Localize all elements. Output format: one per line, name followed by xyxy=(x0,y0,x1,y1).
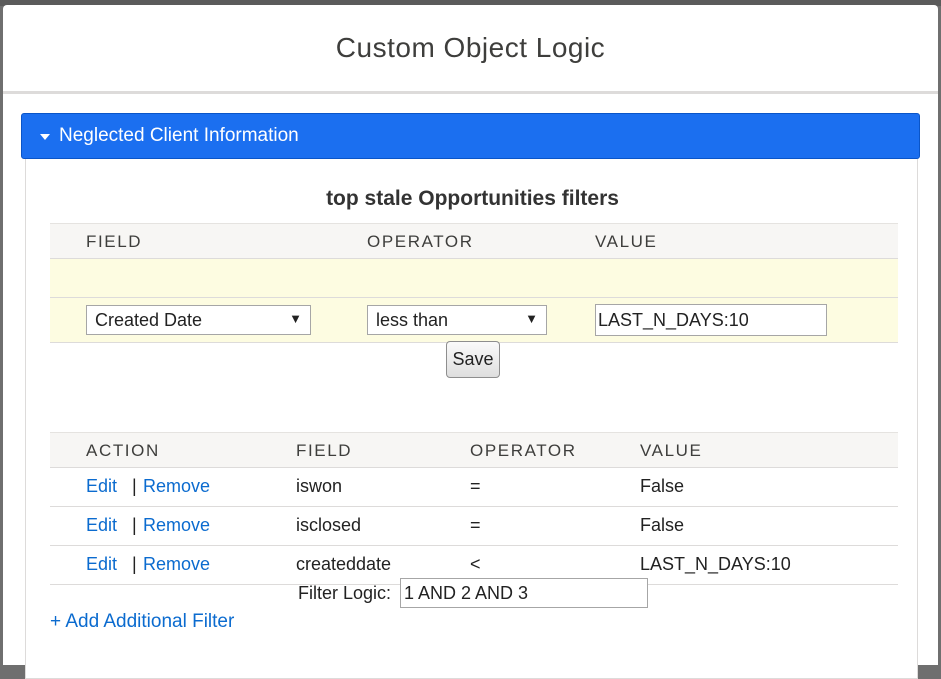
row-value: LAST_N_DAYS:10 xyxy=(640,554,791,574)
value-input-text: LAST_N_DAYS:10 xyxy=(598,309,749,330)
link-separator: | xyxy=(132,476,137,496)
edit-link[interactable]: Edit xyxy=(86,476,117,497)
criteria-table-header: ACTION FIELD OPERATOR VALUE xyxy=(50,432,898,468)
row-operator: = xyxy=(470,476,481,496)
column-header-value: VALUE xyxy=(640,441,703,460)
row-value: False xyxy=(640,476,685,496)
add-filter-link[interactable]: + Add Additional Filter xyxy=(50,611,234,633)
operator-select[interactable]: less than ▼ xyxy=(367,305,547,335)
row-field: createddate xyxy=(296,554,392,574)
dropdown-arrow-icon: ▼ xyxy=(289,311,302,326)
filter-logic-input[interactable]: 1 AND 2 AND 3 xyxy=(400,578,648,608)
row-value: False xyxy=(640,515,685,535)
column-header-field: FIELD xyxy=(296,441,353,460)
edit-link[interactable]: Edit xyxy=(86,515,117,536)
dropdown-arrow-icon: ▼ xyxy=(525,311,538,326)
remove-link[interactable]: Remove xyxy=(143,476,210,497)
modal-title: Custom Object Logic xyxy=(335,32,606,63)
caret-down-icon xyxy=(40,133,50,140)
column-header-value: VALUE xyxy=(595,232,658,251)
section-title: Neglected Client Information xyxy=(59,125,299,146)
link-separator: | xyxy=(132,515,137,535)
editor-table-header: FIELD OPERATOR VALUE xyxy=(50,223,898,259)
section-body: top stale Opportunities filters FIELD OP… xyxy=(25,159,918,679)
field-select-value: Created Date xyxy=(95,309,203,330)
column-header-operator: OPERATOR xyxy=(367,232,474,251)
row-field: iswon xyxy=(296,476,343,496)
editor-row: Created Date ▼ less than ▼ LAST_N_DAYS:1… xyxy=(50,298,898,343)
section-neglected-client: Neglected Client Information top stale O… xyxy=(21,113,920,679)
modal-header: Custom Object Logic xyxy=(3,5,938,94)
remove-link[interactable]: Remove xyxy=(143,554,210,575)
field-select[interactable]: Created Date ▼ xyxy=(86,305,311,335)
row-field: isclosed xyxy=(296,515,362,535)
table-row: Edit | Remove isclosed = False xyxy=(50,507,898,546)
remove-link[interactable]: Remove xyxy=(143,515,210,536)
table-row: Edit | Remove iswon = False xyxy=(50,468,898,507)
editor-spacer-row xyxy=(50,259,898,298)
filter-logic-label: Filter Logic: xyxy=(298,583,392,603)
column-header-field: FIELD xyxy=(86,232,143,251)
filters-title: top stale Opportunities filters xyxy=(326,187,619,210)
column-header-action: ACTION xyxy=(86,441,160,460)
filter-logic-value: 1 AND 2 AND 3 xyxy=(404,582,529,603)
row-operator: = xyxy=(470,515,481,535)
column-header-operator: OPERATOR xyxy=(470,441,577,460)
modal-dialog: Custom Object Logic Neglected Client Inf… xyxy=(3,5,938,679)
save-button[interactable]: Save xyxy=(446,341,500,378)
edit-link[interactable]: Edit xyxy=(86,554,117,575)
value-input[interactable]: LAST_N_DAYS:10 xyxy=(595,304,827,336)
operator-select-value: less than xyxy=(376,309,449,330)
section-header-toggle[interactable]: Neglected Client Information xyxy=(21,113,920,159)
row-operator: < xyxy=(470,554,481,574)
link-separator: | xyxy=(132,554,137,574)
